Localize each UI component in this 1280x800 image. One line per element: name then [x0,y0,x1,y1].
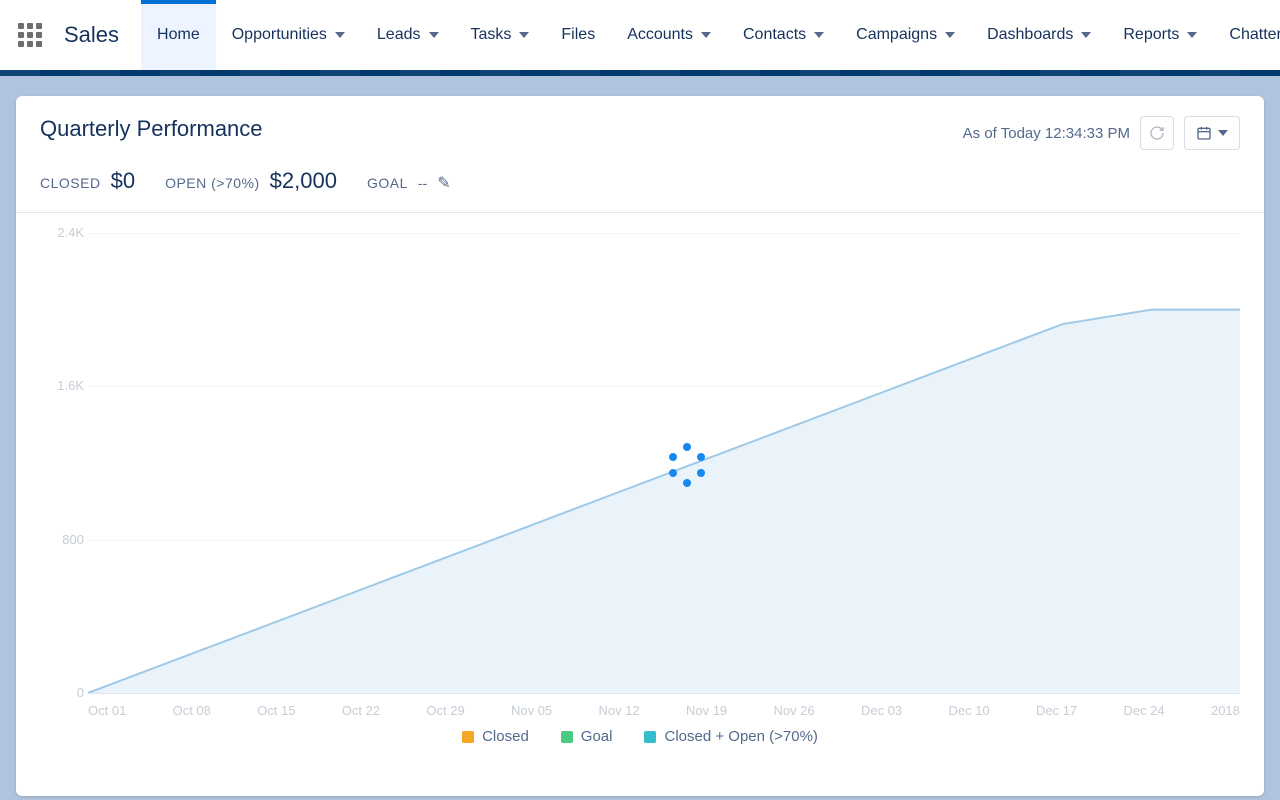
nav-tab-accounts[interactable]: Accounts [611,0,727,70]
x-tick-label: Dec 24 [1123,703,1164,718]
metric-closed-label: CLOSED [40,175,101,191]
legend-swatch-closed [462,731,474,743]
metric-closed: CLOSED $0 [40,168,135,194]
nav-tab-files[interactable]: Files [545,0,611,70]
card-title: Quarterly Performance [40,116,263,142]
metrics-row: CLOSED $0 OPEN (>70%) $2,000 GOAL -- ✎ [16,150,1264,212]
x-tick-label: Oct 08 [173,703,211,718]
calendar-icon [1196,125,1212,141]
legend-swatch-closed-open [644,731,656,743]
chevron-down-icon [1187,32,1197,38]
legend-closed-open: Closed + Open (>70%) [644,728,817,745]
nav-tab-leads[interactable]: Leads [361,0,455,70]
nav-tab-label: Leads [377,26,421,44]
chevron-down-icon [519,32,529,38]
nav-tabs: Home Opportunities Leads Tasks Files Accounts… [141,0,1280,70]
legend-label-closed-open: Closed + Open (>70%) [664,728,817,745]
chevron-down-icon [1081,32,1091,38]
x-tick-label: Nov 12 [598,703,639,718]
nav-tab-label: Tasks [471,26,512,44]
loading-spinner-icon [667,443,707,483]
x-tick-label: Nov 26 [773,703,814,718]
card-header: Quarterly Performance As of Today 12:34:… [16,96,1264,150]
nav-tab-chatter[interactable]: Chatter [1213,0,1280,70]
refresh-icon [1149,125,1165,141]
nav-tab-label: Reports [1123,26,1179,44]
quarterly-performance-card: Quarterly Performance As of Today 12:34:… [16,96,1264,796]
top-navigation: Sales Home Opportunities Leads Tasks Files Ac… [0,0,1280,70]
metric-goal-value: -- [418,175,427,191]
chart-area: 08001.6K2.4K Oct 01Oct 08Oct 15Oct 22Oct… [16,213,1264,753]
area-fill [88,310,1240,693]
x-tick-label: Oct 01 [88,703,126,718]
metric-goal: GOAL -- ✎ [367,173,451,193]
nav-tab-opportunities[interactable]: Opportunities [216,0,361,70]
y-tick-label: 0 [44,685,84,700]
nav-tab-label: Home [157,26,200,44]
metric-closed-value: $0 [111,168,135,194]
refresh-button[interactable] [1140,116,1174,150]
chevron-down-icon [1218,130,1228,136]
nav-tab-contacts[interactable]: Contacts [727,0,840,70]
legend-label-goal: Goal [581,728,613,745]
legend-goal: Goal [561,728,613,745]
legend-closed: Closed [462,728,529,745]
metric-open: OPEN (>70%) $2,000 [165,168,337,194]
nav-tab-label: Accounts [627,26,693,44]
legend-swatch-goal [561,731,573,743]
chevron-down-icon [429,32,439,38]
chevron-down-icon [335,32,345,38]
y-tick-label: 800 [44,532,84,547]
nav-tab-label: Chatter [1229,26,1280,44]
as-of-timestamp: As of Today 12:34:33 PM [963,125,1130,142]
metric-goal-label: GOAL [367,175,408,191]
x-tick-label: Nov 19 [686,703,727,718]
chevron-down-icon [945,32,955,38]
chart-legend: Closed Goal Closed + Open (>70%) [16,728,1264,745]
metric-open-value: $2,000 [270,168,337,194]
nav-tab-label: Contacts [743,26,806,44]
nav-tab-label: Dashboards [987,26,1073,44]
x-tick-label: Nov 05 [511,703,552,718]
chart-plot [88,233,1240,693]
x-tick-label: Oct 15 [257,703,295,718]
chevron-down-icon [814,32,824,38]
nav-tab-dashboards[interactable]: Dashboards [971,0,1107,70]
line-chart-svg [88,233,1240,693]
date-range-picker[interactable] [1184,116,1240,150]
nav-tab-tasks[interactable]: Tasks [455,0,546,70]
nav-tab-campaigns[interactable]: Campaigns [840,0,971,70]
nav-tab-label: Campaigns [856,26,937,44]
x-tick-label: Oct 22 [342,703,380,718]
y-tick-label: 1.6K [44,378,84,393]
edit-goal-button[interactable]: ✎ [437,173,450,193]
nav-tab-label: Files [561,26,595,44]
grid-line [88,693,1240,694]
chevron-down-icon [701,32,711,38]
nav-tab-reports[interactable]: Reports [1107,0,1213,70]
nav-tab-home[interactable]: Home [141,0,216,70]
nav-tab-label: Opportunities [232,26,327,44]
legend-label-closed: Closed [482,728,529,745]
x-tick-label: 2018 [1211,703,1240,718]
x-tick-label: Dec 10 [948,703,989,718]
brand-stripe [0,70,1280,76]
y-tick-label: 2.4K [44,225,84,240]
metric-open-label: OPEN (>70%) [165,175,260,191]
app-launcher-icon[interactable] [18,23,42,47]
x-axis-labels: Oct 01 Oct 08 Oct 15 Oct 22 Oct 29 Nov 05 Nov … [88,703,1240,718]
x-tick-label: Oct 29 [426,703,464,718]
x-tick-label: Dec 17 [1036,703,1077,718]
app-name: Sales [64,22,119,48]
x-tick-label: Dec 03 [861,703,902,718]
